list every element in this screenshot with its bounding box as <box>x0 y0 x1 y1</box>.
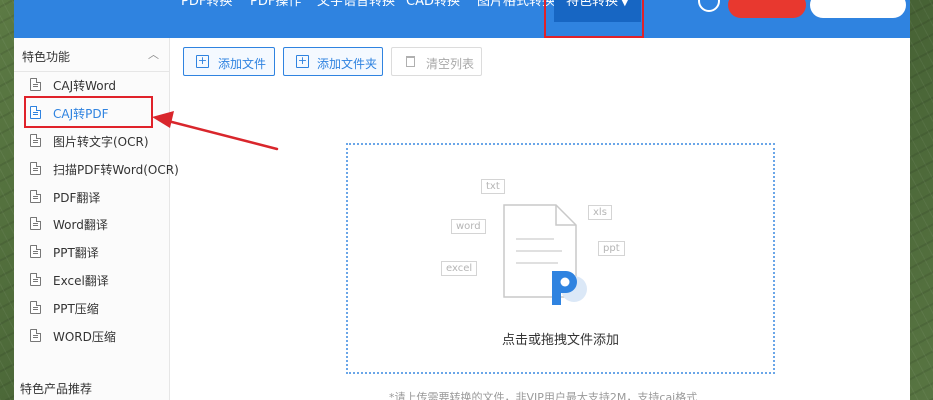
sidebar-item-ppt-compress[interactable]: PPT压缩 <box>26 294 169 322</box>
sidebar-item-label: PDF翻译 <box>53 191 101 205</box>
drop-zone-label: 点击或拖拽文件添加 <box>501 333 619 348</box>
sidebar-item-label: Word翻译 <box>53 218 108 232</box>
upload-hint-text: *请上传需要转换的文件，非VIP用户最大支持2M，支持caj格式 <box>389 391 698 400</box>
sidebar-item-label: PPT压缩 <box>53 302 99 316</box>
vip-button[interactable] <box>728 0 806 18</box>
nav-tab-special-convert[interactable]: 特色转换 ▼ <box>554 0 641 22</box>
add-folder-icon <box>296 53 309 69</box>
sidebar-item-label: 扫描PDF转Word(OCR) <box>53 163 179 177</box>
translate-file-icon <box>30 273 41 286</box>
sidebar-item-excel-translate[interactable]: Excel翻译 <box>26 266 169 294</box>
file-drop-zone[interactable]: txt xls word ppt excel 点击或拖拽文件添加 <box>346 143 775 374</box>
format-tag-ppt: ppt <box>598 241 625 256</box>
user-avatar-icon[interactable] <box>698 0 720 12</box>
add-file-label: 添加文件 <box>218 57 267 71</box>
sidebar-item-label: CAJ转Word <box>53 79 116 93</box>
clear-list-label: 清空列表 <box>426 57 475 71</box>
caret-down-icon: ▼ <box>621 0 629 8</box>
nav-tab-pdf-convert[interactable]: PDF转换 <box>181 0 232 22</box>
translate-file-icon <box>30 217 41 230</box>
word-file-icon <box>30 78 41 91</box>
sidebar-item-scan-pdf-ocr[interactable]: 扫描PDF转Word(OCR) <box>26 155 179 183</box>
sidebar-item-ppt-translate[interactable]: PPT翻译 <box>26 238 169 266</box>
sidebar-item-caj-to-word[interactable]: CAJ转Word <box>26 71 169 99</box>
format-tag-txt: txt <box>481 179 505 194</box>
sidebar-section-title: 特色功能 <box>22 50 71 64</box>
sidebar-item-word-translate[interactable]: Word翻译 <box>26 210 169 238</box>
format-tag-xls: xls <box>588 205 612 220</box>
nav-tab-cad-convert[interactable]: CAD转换 <box>406 0 460 22</box>
sidebar: 特色功能 ︿ CAJ转Word CAJ转PDF 图片转文字(OCR) 扫描PDF… <box>14 38 179 400</box>
add-folder-label: 添加文件夹 <box>317 57 378 71</box>
sidebar-item-label: WORD压缩 <box>53 330 116 344</box>
translate-file-icon <box>30 190 41 203</box>
translate-file-icon <box>30 245 41 258</box>
image-file-icon <box>30 134 41 147</box>
sidebar-footer-title: 特色产品推荐 <box>20 382 93 396</box>
add-folder-button[interactable]: 添加文件夹 <box>283 47 383 76</box>
format-tag-excel: excel <box>441 261 478 276</box>
compress-file-icon <box>30 301 41 314</box>
trash-icon <box>406 56 415 67</box>
chevron-up-icon[interactable]: ︿ <box>148 46 159 62</box>
sidebar-item-label: Excel翻译 <box>53 274 109 288</box>
sidebar-item-label: CAJ转PDF <box>53 107 109 121</box>
sidebar-item-caj-to-pdf[interactable]: CAJ转PDF <box>26 99 169 127</box>
nav-tab-special-convert-label: 特色转换 <box>566 0 619 9</box>
nav-tab-image-format[interactable]: 图片格式转换 <box>477 0 555 22</box>
app-window: PDF转换 PDF操作 文字语音转换 CAD转换 图片格式转换 特色转换 ▼ 特色… <box>14 0 910 400</box>
top-nav-bar: PDF转换 PDF操作 文字语音转换 CAD转换 图片格式转换 特色转换 ▼ <box>14 0 910 38</box>
clear-list-button[interactable]: 清空列表 <box>391 47 482 76</box>
nav-tab-pdf-ops[interactable]: PDF操作 <box>250 0 301 22</box>
sidebar-item-label: 图片转文字(OCR) <box>53 135 149 149</box>
sidebar-item-pdf-translate[interactable]: PDF翻译 <box>26 183 169 211</box>
app-logo-icon <box>552 271 587 305</box>
add-file-button[interactable]: 添加文件 <box>183 47 275 76</box>
sidebar-item-image-ocr[interactable]: 图片转文字(OCR) <box>26 127 169 155</box>
sidebar-item-word-compress[interactable]: WORD压缩 <box>26 322 169 350</box>
compress-file-icon <box>30 329 41 342</box>
login-button[interactable] <box>810 0 906 18</box>
sidebar-section-header[interactable]: 特色功能 ︿ <box>14 38 169 72</box>
scan-file-icon <box>30 162 41 175</box>
nav-tab-text-speech[interactable]: 文字语音转换 <box>317 0 395 22</box>
pdf-file-icon <box>30 106 41 119</box>
format-tag-word: word <box>451 219 486 234</box>
add-file-icon <box>196 53 209 69</box>
sidebar-item-label: PPT翻译 <box>53 246 99 260</box>
